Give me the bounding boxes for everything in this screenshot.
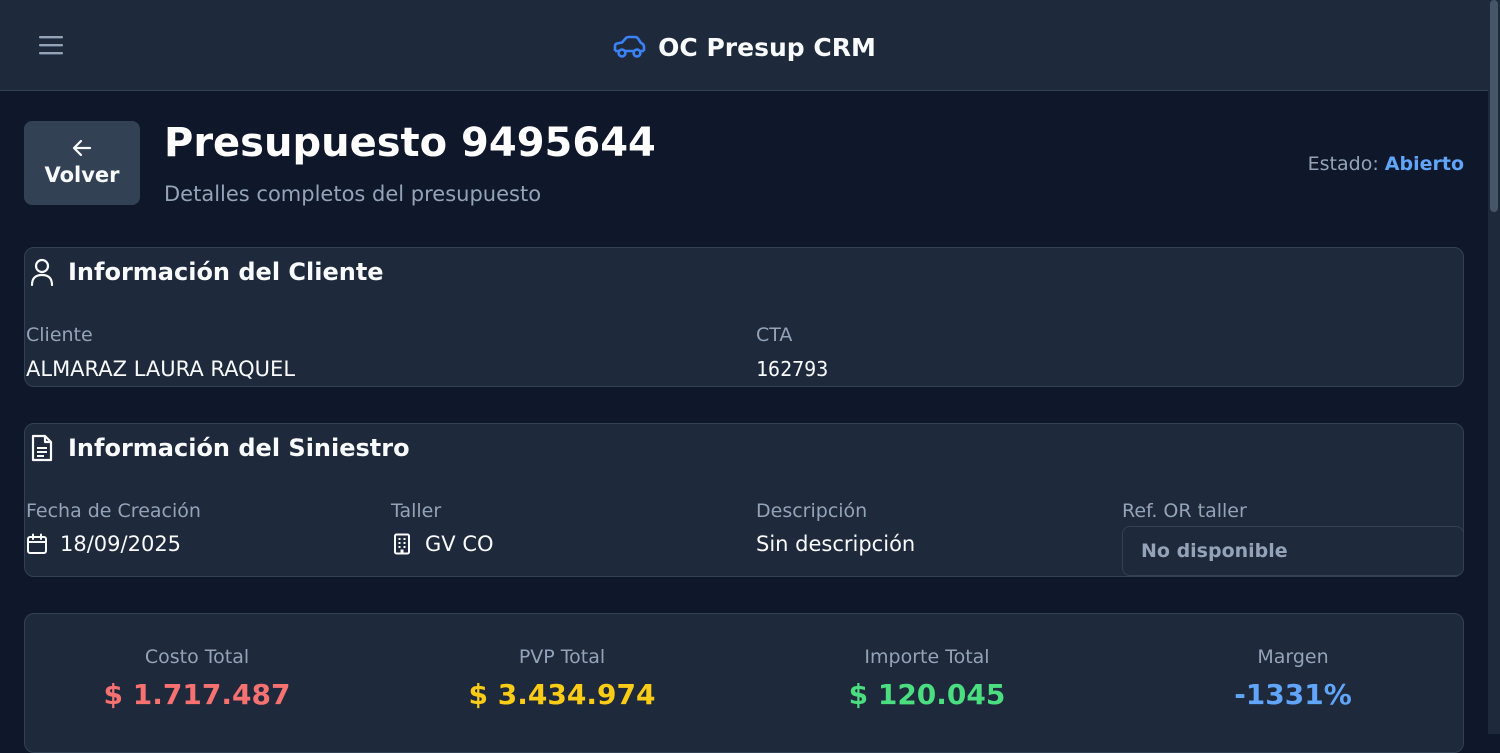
cost-total-stat: Costo Total $ 1.717.487 [17, 646, 377, 711]
client-name: ALMARAZ LAURA RAQUEL [26, 357, 296, 381]
claim-card-title: Información del Siniestro [68, 434, 410, 462]
cta-label: CTA [756, 324, 793, 346]
description-text: Sin descripción [756, 532, 916, 556]
claim-info-card: Información del Siniestro Fecha de Creac… [24, 423, 1464, 577]
cta-value: 162793 [756, 357, 828, 381]
workshop-name: GV CO [425, 532, 494, 556]
creation-date-value: 18/09/2025 [26, 532, 181, 556]
document-icon [31, 434, 53, 462]
or-ref-label: Ref. OR taller [1122, 500, 1247, 522]
scrollbar[interactable] [1488, 0, 1500, 734]
stat-value: -1331% [1234, 678, 1352, 711]
description-value: Sin descripción [756, 532, 915, 556]
workshop-label: Taller [391, 500, 442, 522]
client-card-title: Información del Cliente [68, 258, 384, 286]
user-icon [30, 258, 54, 286]
app-title: OC Presup CRM [658, 32, 876, 62]
stat-value: $ 3.434.974 [468, 678, 656, 711]
stat-label: PVP Total [518, 646, 606, 668]
cta-number: 162793 [756, 357, 829, 381]
scrollbar-thumb[interactable] [1490, 0, 1498, 212]
stat-label: Importe Total [864, 646, 990, 668]
totals-summary: Costo Total $ 1.717.487 PVP Total $ 3.43… [24, 613, 1464, 753]
client-label: Cliente [26, 324, 93, 346]
or-ref-field[interactable]: No disponible [1122, 526, 1464, 576]
amount-total-stat: Importe Total $ 120.045 [747, 646, 1107, 711]
stat-value: $ 1.717.487 [103, 678, 291, 711]
client-info-card: Información del Cliente Cliente ALMARAZ … [24, 247, 1464, 387]
stat-label: Margen [1257, 646, 1329, 668]
workshop-value: GV CO [391, 532, 494, 556]
status-label: Estado: [1307, 153, 1379, 175]
status-value: Abierto [1384, 153, 1464, 175]
description-label: Descripción [756, 500, 868, 522]
app-brand: OC Presup CRM [0, 30, 1488, 64]
back-button[interactable]: Volver [24, 121, 140, 205]
creation-date: 18/09/2025 [60, 532, 182, 556]
page-subtitle: Detalles completos del presupuesto [164, 182, 542, 206]
car-icon [613, 35, 646, 58]
margin-stat: Margen -1331% [1113, 646, 1473, 711]
creation-date-label: Fecha de Creación [26, 500, 201, 522]
top-bar: OC Presup CRM [0, 0, 1488, 91]
claim-card-header: Información del Siniestro [30, 434, 410, 462]
building-icon [394, 533, 410, 555]
calendar-icon [27, 533, 47, 554]
client-value: ALMARAZ LAURA RAQUEL [26, 357, 295, 381]
page-title: Presupuesto 9495644 [164, 120, 656, 166]
pvp-total-stat: PVP Total $ 3.434.974 [382, 646, 742, 711]
stat-value: $ 120.045 [848, 678, 1006, 711]
status-indicator: Estado: Abierto [1308, 153, 1464, 175]
client-card-header: Información del Cliente [30, 258, 384, 286]
back-button-label: Volver [44, 163, 120, 187]
stat-label: Costo Total [144, 646, 250, 668]
arrow-left-icon [72, 139, 92, 157]
